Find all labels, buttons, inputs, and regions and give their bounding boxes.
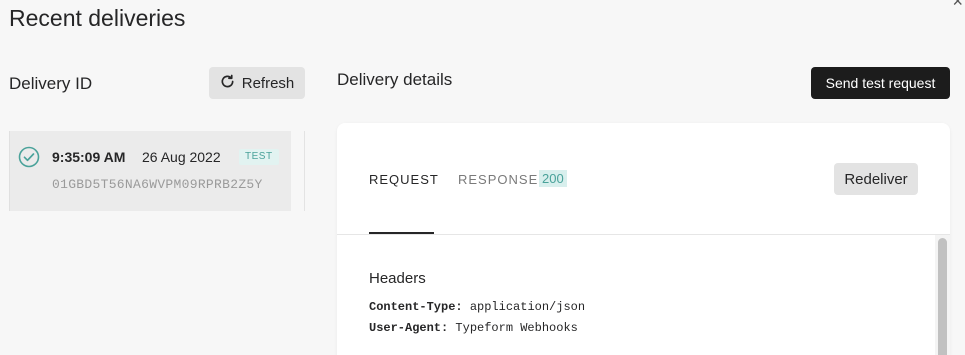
scrollbar-thumb[interactable] [938, 238, 947, 355]
close-icon[interactable]: × [952, 0, 963, 10]
header-key: Content-Type: [369, 300, 463, 314]
tabs-divider [337, 234, 950, 235]
header-value: application/json [469, 300, 586, 314]
send-test-request-button[interactable]: Send test request [811, 67, 950, 99]
delivery-date: 26 Aug 2022 [142, 149, 221, 165]
delivery-time: 9:35:09 AM [52, 149, 126, 165]
delivery-id-heading: Delivery ID [9, 74, 93, 93]
response-status-badge: 200 [539, 170, 567, 187]
header-value: Typeform Webhooks [455, 321, 578, 335]
header-key: User-Agent: [369, 321, 449, 335]
refresh-button[interactable]: Refresh [209, 67, 305, 99]
recent-deliveries-panel: Recent deliveries × Delivery ID Refresh … [0, 0, 965, 355]
delivery-details-card: REQUEST RESPONSE 200 Redeliver Headers C… [337, 123, 950, 355]
refresh-icon [220, 74, 235, 93]
tab-response[interactable]: RESPONSE [458, 172, 538, 187]
check-circle-icon [18, 146, 40, 168]
header-row: Content-Type: application/json [369, 300, 585, 314]
test-badge: TEST [239, 149, 279, 165]
headers-heading: Headers [369, 270, 426, 287]
delivery-id: 01GBD5T56NA6WVPM09RPRB2Z5Y [52, 177, 263, 192]
page-title: Recent deliveries [9, 5, 186, 31]
header-row: User-Agent: Typeform Webhooks [369, 321, 578, 335]
refresh-label: Refresh [241, 74, 295, 92]
redeliver-button[interactable]: Redeliver [834, 163, 918, 195]
list-item[interactable]: 9:35:09 AM 26 Aug 2022 TEST 01GBD5T56NA6… [9, 131, 291, 211]
column-divider [304, 131, 305, 211]
tab-request[interactable]: REQUEST [369, 172, 439, 187]
delivery-details-heading: Delivery details [337, 70, 453, 89]
